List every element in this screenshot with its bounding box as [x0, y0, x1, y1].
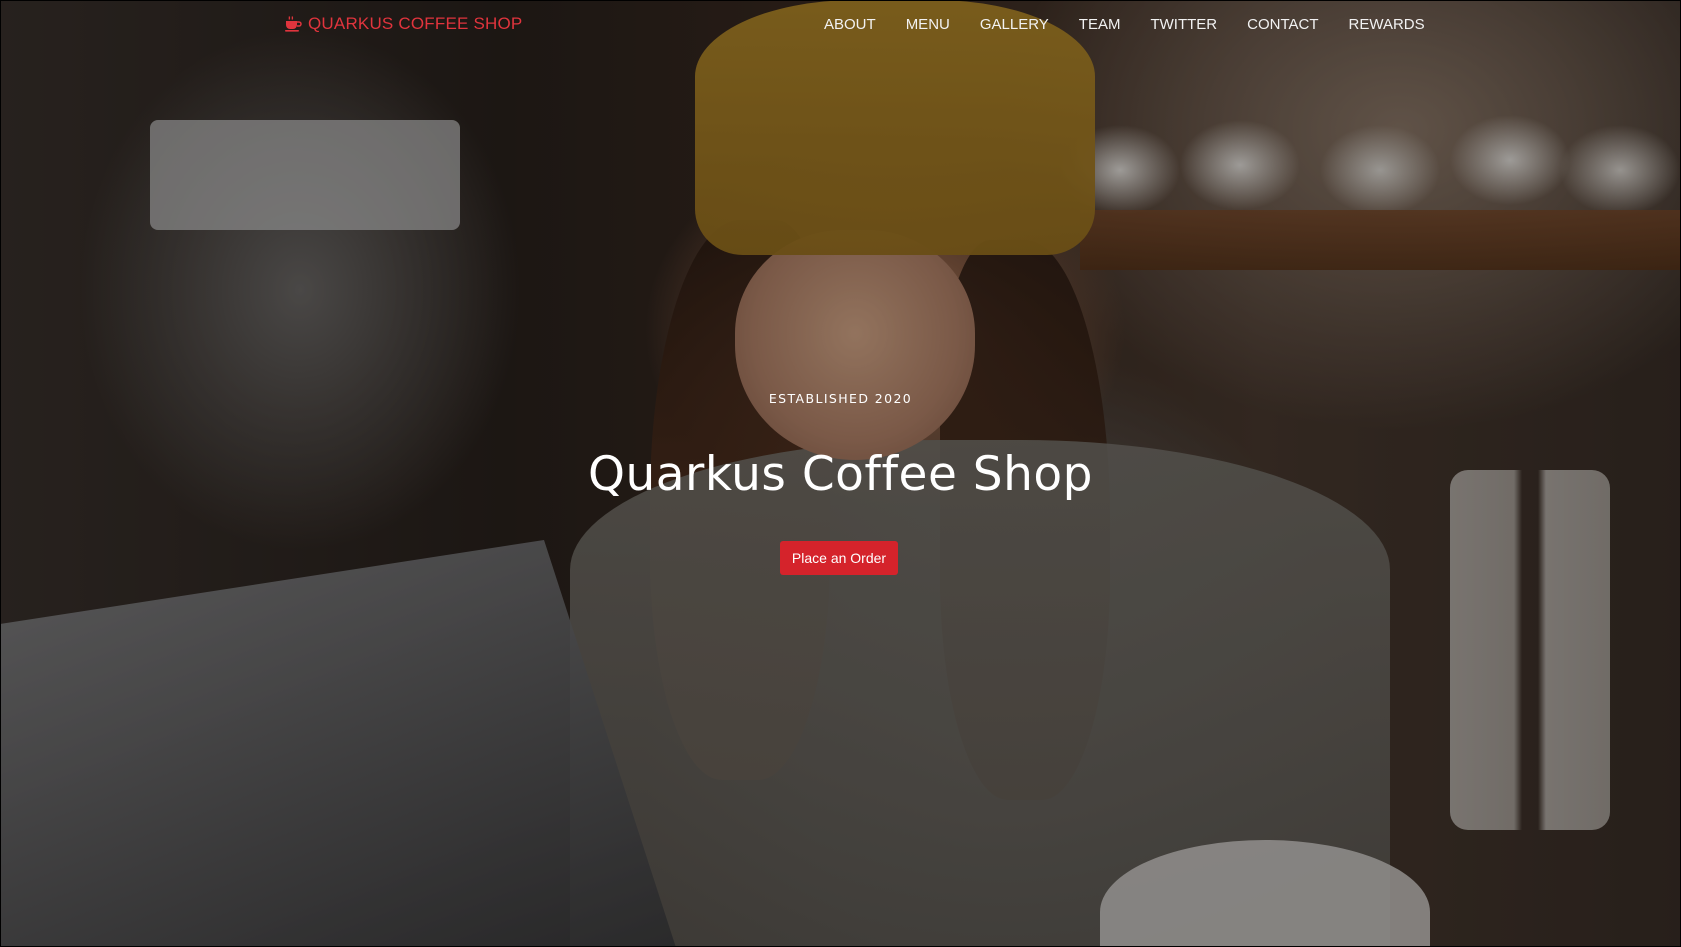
hero-section: ESTABLISHED 2020 Quarkus Coffee Shop Pla… [0, 0, 1681, 947]
hero-eyebrow: ESTABLISHED 2020 [768, 391, 913, 406]
place-order-button[interactable]: Place an Order [780, 541, 898, 575]
hero-title: Quarkus Coffee Shop [587, 447, 1094, 502]
